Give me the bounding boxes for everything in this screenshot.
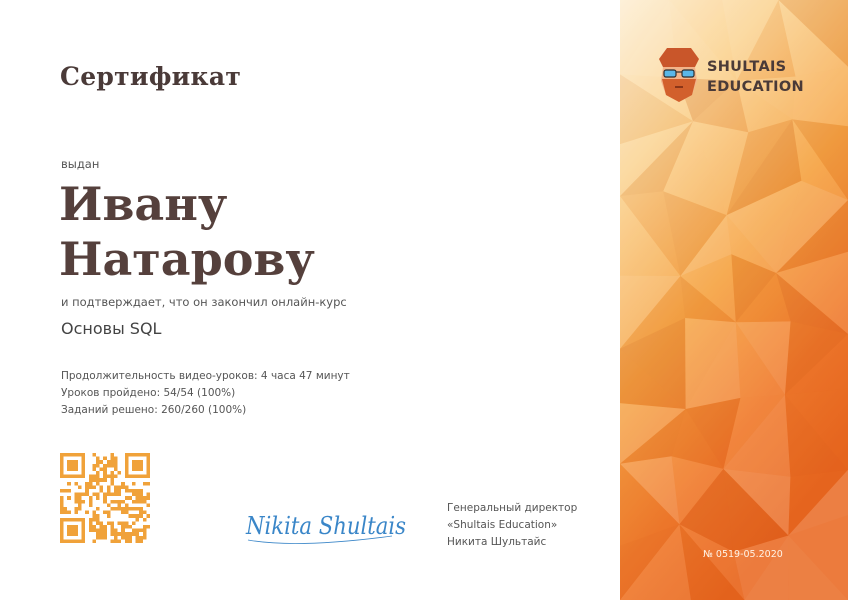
lessons-completed: Уроков пройдено: 54/54 (100%) — [61, 387, 236, 399]
brand-name: SHULTAIS EDUCATION — [707, 57, 804, 97]
bearded-man-with-glasses-icon — [659, 48, 699, 102]
director-company: «Shultais Education» — [447, 519, 558, 531]
certificate-number: № 0519-05.2020 — [703, 549, 783, 560]
signature-text: Nikita Shultais — [245, 512, 406, 540]
qr-code-icon — [60, 453, 150, 543]
certificate-title: Сертификат — [60, 62, 242, 91]
recipient-last-name: Натарову — [59, 232, 315, 286]
course-name: Основы SQL — [61, 319, 162, 338]
course-stats: Продолжительность видео-уроков: 4 часа 4… — [61, 368, 350, 419]
recipient-name: Ивану Натарову — [59, 177, 315, 287]
recipient-first-name: Ивану — [59, 177, 228, 231]
director-role: Генеральный директор — [447, 502, 578, 514]
confirmation-text: и подтверждает, что он закончил онлайн-к… — [61, 295, 347, 309]
issued-label: выдан — [61, 157, 100, 171]
director-block: Генеральный директор «Shultais Education… — [447, 500, 577, 551]
signature: Nikita Shultais — [245, 512, 406, 544]
tasks-solved: Заданий решено: 260/260 (100%) — [61, 404, 247, 416]
video-duration: Продолжительность видео-уроков: 4 часа 4… — [61, 370, 350, 382]
certificate-body: Сертификат выдан Ивану Натарову и подтве… — [0, 0, 620, 600]
brand-line2: EDUCATION — [707, 79, 804, 95]
director-name: Никита Шультайс — [447, 536, 547, 548]
brand-line1: SHULTAIS — [707, 59, 787, 75]
